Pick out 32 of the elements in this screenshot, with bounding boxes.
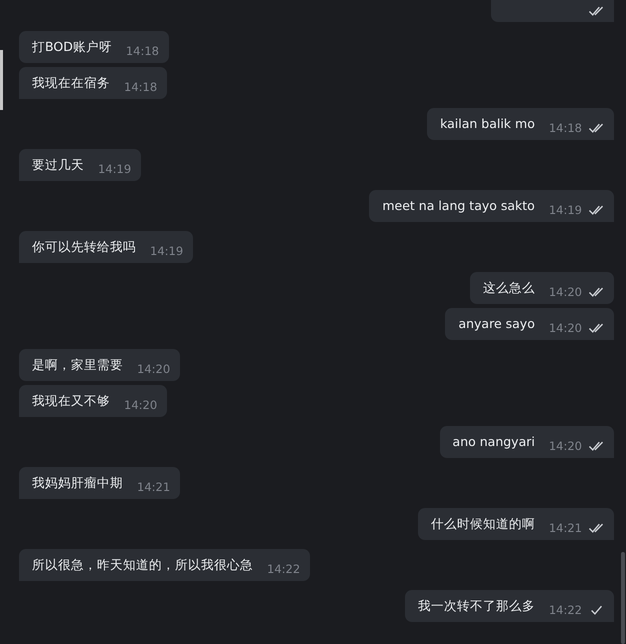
message-text: 所以很急，昨天知道的，所以我很心急 <box>32 556 253 574</box>
message-text: 是啊，家里需要 <box>32 356 123 374</box>
scrollbar[interactable] <box>621 552 625 644</box>
message-text: 打BOD账户呀 <box>32 38 112 56</box>
message-text: anyare sayo <box>458 315 535 333</box>
message-text: 你可以先转给我吗 <box>32 238 136 256</box>
message-text: 这么急么 <box>482 279 535 297</box>
message-text: kailan balik mo <box>440 115 535 133</box>
message-text: 我一次转不了那么多 <box>418 597 535 615</box>
message-time: 14:22 <box>267 562 300 576</box>
message-time: 14:20 <box>548 285 582 299</box>
message-text: 什么时候知道的啊 <box>430 515 535 533</box>
message-text: meet na lang tayo sakto <box>382 197 535 215</box>
message-time: 14:20 <box>548 439 582 453</box>
message-text: ano nangyari <box>452 433 535 451</box>
message-text: 我现在在宿务 <box>32 74 110 92</box>
message-time: 14:19 <box>98 162 132 176</box>
message-time: 14:18 <box>126 44 159 58</box>
message-text: 我妈妈肝瘤中期 <box>32 474 123 492</box>
side-indicator <box>0 50 3 110</box>
message-text: 我现在又不够 <box>32 392 110 410</box>
message-time: 14:18 <box>548 121 582 135</box>
message-text: 要过几天 <box>32 156 84 174</box>
message-time: 14:20 <box>137 362 170 376</box>
message-time: 14:22 <box>548 603 582 617</box>
message-time: 14:20 <box>124 398 158 412</box>
message-time: 14:19 <box>548 203 582 217</box>
message-time: 14:20 <box>548 321 582 335</box>
message-time: 14:21 <box>137 480 170 494</box>
message-time: 14:19 <box>150 244 184 258</box>
message-time: 14:18 <box>124 80 158 94</box>
message-time: 14:21 <box>548 521 582 535</box>
